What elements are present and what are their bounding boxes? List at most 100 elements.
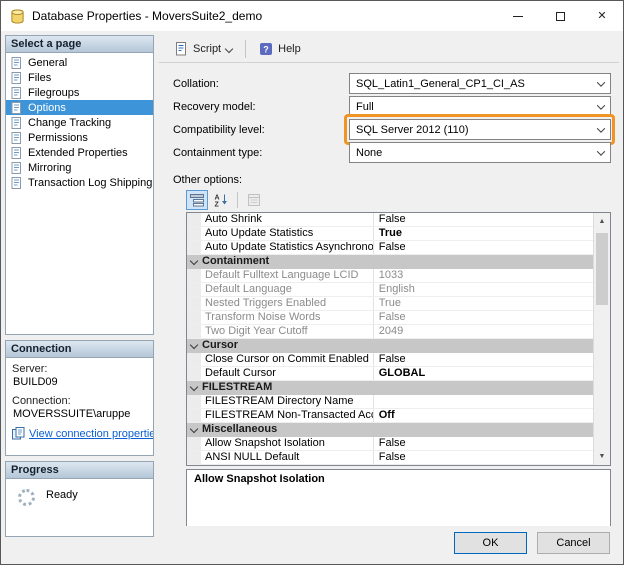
grid-category-row[interactable]: FILESTREAM	[187, 381, 593, 395]
connection-value: MOVERSSUITE\aruppe	[13, 408, 131, 420]
maximize-button[interactable]	[539, 1, 581, 31]
options-page-content: Collation: SQL_Latin1_General_CP1_CI_AS …	[159, 63, 619, 526]
property-value[interactable]: False	[374, 213, 593, 226]
cancel-button[interactable]: Cancel	[537, 532, 610, 554]
property-value[interactable]: True	[374, 297, 593, 310]
grid-property-row[interactable]: Auto Update Statistics AsynchronouslyFal…	[187, 241, 593, 255]
alphabetical-sort-button[interactable]: A Z	[210, 190, 232, 210]
close-button[interactable]: ✕	[581, 1, 623, 31]
row-gutter	[187, 437, 201, 450]
script-button[interactable]: Script	[165, 38, 241, 60]
grid-property-row[interactable]: Allow Snapshot Isolation False	[187, 437, 593, 451]
grid-property-row[interactable]: ANSI NULL Default False	[187, 451, 593, 465]
collapse-chevron-icon[interactable]	[187, 423, 202, 437]
connection-header: Connection	[6, 341, 153, 358]
property-value[interactable]: 2049	[374, 325, 593, 338]
row-gutter	[187, 241, 201, 254]
help-button-label: Help	[278, 42, 301, 55]
other-options-label: Other options:	[173, 174, 243, 186]
connection-label: Connection:	[12, 395, 71, 407]
collation-label: Collation:	[173, 77, 219, 90]
collation-select[interactable]: SQL_Latin1_General_CP1_CI_AS	[349, 73, 611, 94]
help-button[interactable]: ? Help	[250, 38, 310, 60]
close-icon: ✕	[597, 9, 607, 22]
sidebar-item-label: Extended Properties	[28, 146, 128, 159]
grid-category-row[interactable]: Containment	[187, 255, 593, 269]
sidebar-item-general[interactable]: General	[6, 55, 153, 70]
grid-property-row[interactable]: Close Cursor on Commit Enabled False	[187, 353, 593, 367]
sidebar-item-mirroring[interactable]: Mirroring	[6, 160, 153, 175]
sidebar-item-extended-properties[interactable]: Extended Properties	[6, 145, 153, 160]
sidebar-item-files[interactable]: Files	[6, 70, 153, 85]
property-value[interactable]: Off	[374, 409, 593, 422]
grid-property-row[interactable]: Two Digit Year Cutoff 2049	[187, 325, 593, 339]
containment-type-select[interactable]: None	[349, 142, 611, 163]
recovery-model-select[interactable]: Full	[349, 96, 611, 117]
ok-button[interactable]: OK	[454, 532, 527, 554]
category-label: Miscellaneous	[202, 423, 278, 435]
row-gutter	[187, 227, 201, 240]
property-value[interactable]: False	[374, 437, 593, 450]
containment-type-value: None	[356, 146, 383, 159]
property-value[interactable]	[374, 395, 593, 408]
grid-property-row[interactable]: Transform Noise Words False	[187, 311, 593, 325]
scroll-down-button[interactable]: ▼	[594, 448, 610, 465]
property-value[interactable]: False	[374, 451, 593, 464]
property-value[interactable]: True	[374, 227, 593, 240]
grid-property-row[interactable]: Nested Triggers Enabled True	[187, 297, 593, 311]
grid-property-row[interactable]: FILESTREAM Non-Transacted AccessOff	[187, 409, 593, 423]
sidebar-item-permissions[interactable]: Permissions	[6, 130, 153, 145]
property-name: Auto Update Statistics	[201, 227, 374, 240]
sidebar-item-filegroups[interactable]: Filegroups	[6, 85, 153, 100]
maximize-icon	[555, 11, 565, 21]
property-value[interactable]: False	[374, 311, 593, 324]
property-name: Default Language	[201, 283, 374, 296]
script-icon	[174, 41, 188, 56]
grid-property-row[interactable]: Auto Shrink False	[187, 213, 593, 227]
connection-properties-icon	[12, 427, 25, 440]
grid-property-row[interactable]: Default Language English	[187, 283, 593, 297]
page-icon	[11, 71, 24, 84]
page-icon	[11, 86, 24, 99]
grid-property-row[interactable]: FILESTREAM Directory Name	[187, 395, 593, 409]
scrollbar-track[interactable]	[594, 230, 610, 448]
view-connection-properties-row: View connection properties	[12, 427, 153, 440]
page-icon	[11, 101, 24, 114]
sidebar-item-options[interactable]: Options	[6, 100, 153, 115]
scroll-up-button[interactable]: ▲	[594, 213, 610, 230]
server-value: BUILD09	[13, 376, 58, 388]
property-name: Two Digit Year Cutoff	[201, 325, 374, 338]
recovery-model-value: Full	[356, 100, 374, 113]
grid-category-row[interactable]: Miscellaneous	[187, 423, 593, 437]
property-name: Auto Update Statistics Asynchronously	[201, 241, 374, 254]
property-value[interactable]: GLOBAL	[374, 367, 593, 380]
property-value[interactable]: 1033	[374, 269, 593, 282]
progress-panel: Progress Ready	[5, 461, 154, 537]
sidebar-item-label: Files	[28, 71, 52, 84]
grid-property-row[interactable]: Default Fulltext Language LCID 1033	[187, 269, 593, 283]
grid-property-row[interactable]: Auto Update Statistics True	[187, 227, 593, 241]
collapse-chevron-icon[interactable]	[187, 255, 202, 269]
property-value[interactable]: False	[374, 241, 593, 254]
property-pages-button[interactable]	[243, 190, 265, 210]
scrollbar-thumb[interactable]	[596, 233, 608, 305]
grid-scrollbar[interactable]: ▲ ▼	[593, 213, 610, 465]
categorized-view-button[interactable]	[186, 190, 208, 210]
sidebar-item-transaction-log-shipping[interactable]: Transaction Log Shipping	[6, 175, 153, 190]
property-value[interactable]: English	[374, 283, 593, 296]
view-connection-properties-link[interactable]: View connection properties	[29, 428, 153, 440]
minimize-icon	[513, 15, 523, 17]
property-value[interactable]: False	[374, 353, 593, 366]
compatibility-level-select[interactable]: SQL Server 2012 (110)	[349, 119, 611, 140]
progress-header: Progress	[6, 462, 153, 479]
sidebar-item-change-tracking[interactable]: Change Tracking	[6, 115, 153, 130]
grid-property-row[interactable]: Default Cursor GLOBAL	[187, 367, 593, 381]
minimize-button[interactable]	[497, 1, 539, 31]
collapse-chevron-icon[interactable]	[187, 381, 202, 395]
collapse-chevron-icon[interactable]	[187, 339, 202, 353]
main-toolbar: Script ? Help	[159, 35, 619, 63]
row-gutter	[187, 353, 201, 366]
select-page-header: Select a page	[6, 36, 153, 53]
chevron-down-icon	[592, 120, 610, 139]
grid-category-row[interactable]: Cursor	[187, 339, 593, 353]
